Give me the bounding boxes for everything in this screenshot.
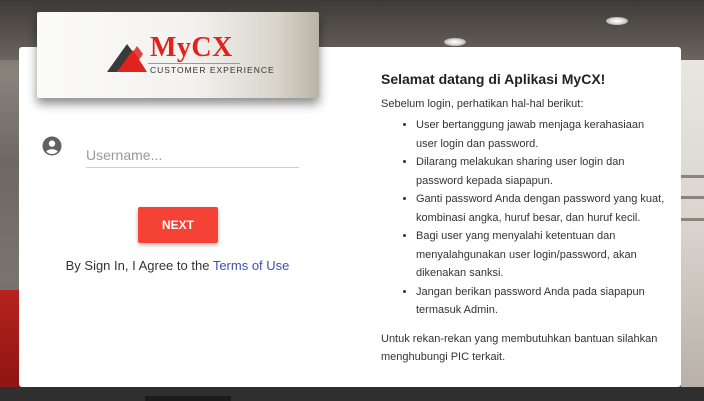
account-circle-icon — [42, 136, 62, 156]
logo-mark-icon — [107, 44, 147, 72]
login-card: NEXT By Sign In, I Agree to the Terms of… — [19, 47, 681, 387]
list-item: Dilarang melakukan sharing user login da… — [416, 153, 666, 190]
logo-brand: MyCX — [150, 32, 233, 63]
list-item: Jangan berikan password Anda pada siapap… — [416, 283, 666, 320]
taskbar-tab — [145, 396, 231, 401]
rules-list: User bertanggung jawab menjaga kerahasia… — [381, 116, 666, 320]
info-outro: Untuk rekan-rekan yang membutuhkan bantu… — [381, 332, 658, 363]
background-scene: NEXT By Sign In, I Agree to the Terms of… — [0, 0, 704, 401]
background-wall — [681, 60, 704, 390]
background-shelf — [681, 175, 704, 178]
list-item: Ganti password Anda dengan password yang… — [416, 190, 666, 227]
logo-banner: MyCX CUSTOMER EXPERIENCE — [37, 12, 319, 98]
ceiling-light — [444, 38, 466, 46]
terms-of-use-link[interactable]: Terms of Use — [213, 258, 290, 273]
terms-prefix: By Sign In, I Agree to the — [65, 258, 213, 273]
username-input[interactable] — [86, 143, 299, 168]
next-button[interactable]: NEXT — [138, 207, 218, 243]
list-item: Bagi user yang menyalahi ketentuan dan m… — [416, 227, 666, 283]
info-title: Selamat datang di Aplikasi MyCX! — [381, 71, 606, 87]
ceiling-light — [606, 17, 628, 25]
logo-divider — [148, 63, 240, 64]
background-shelf — [681, 196, 704, 199]
info-panel: Selamat datang di Aplikasi MyCX! Sebelum… — [381, 71, 666, 366]
background-shelf — [681, 218, 704, 221]
info-intro: Sebelum login, perhatikan hal-hal beriku… — [381, 98, 584, 110]
logo-tagline: CUSTOMER EXPERIENCE — [150, 65, 275, 75]
taskbar-strip — [0, 387, 704, 401]
list-item: User bertanggung jawab menjaga kerahasia… — [416, 116, 666, 153]
terms-text: By Sign In, I Agree to the Terms of Use — [19, 258, 336, 273]
